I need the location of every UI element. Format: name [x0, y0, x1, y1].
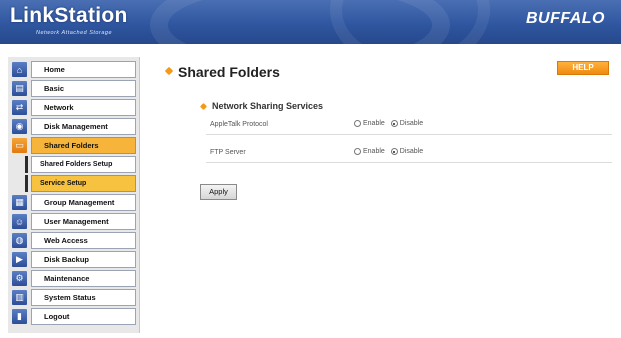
sidebar-item-label: Basic	[31, 80, 136, 97]
radio-label: Enable	[363, 120, 385, 127]
sidebar-item-label: Network	[31, 99, 136, 116]
sidebar-item-system-status[interactable]: ▥ System Status	[12, 289, 136, 306]
home-icon: ⌂	[12, 62, 27, 77]
basic-icon: ▤	[12, 81, 27, 96]
setting-options: Enable Disable	[354, 120, 429, 127]
page-title-row: Shared Folders HELP	[160, 57, 615, 81]
page-title: Shared Folders	[178, 64, 280, 80]
appletalk-enable-radio[interactable]	[354, 120, 361, 127]
main-content: Shared Folders HELP Network Sharing Serv…	[160, 57, 615, 333]
maintenance-icon: ⚙	[12, 271, 27, 286]
sidebar-item-network[interactable]: ⇄ Network	[12, 99, 136, 116]
sidebar-item-label: User Management	[31, 213, 136, 230]
sidebar-item-label: Disk Backup	[31, 251, 136, 268]
sidebar-item-logout[interactable]: ▮ Logout	[12, 308, 136, 325]
subitem-marker	[25, 156, 28, 173]
web-icon: ◍	[12, 233, 27, 248]
appletalk-disable-radio[interactable]	[390, 120, 398, 127]
setting-options: Enable Disable	[354, 148, 429, 155]
ftp-enable-radio[interactable]	[354, 148, 361, 155]
radio-label: Enable	[363, 148, 385, 155]
sidebar-item-label: Disk Management	[31, 118, 136, 135]
setting-label: AppleTalk Protocol	[210, 121, 268, 128]
sidebar-item-label: Maintenance	[31, 270, 136, 287]
folder-icon: ▭	[12, 138, 27, 153]
status-icon: ▥	[12, 290, 27, 305]
radio-label: Disable	[399, 148, 424, 155]
sidebar-item-label: Shared Folders	[31, 137, 136, 154]
section-title: Network Sharing Services	[212, 101, 324, 111]
sidebar-item-disk-management[interactable]: ◉ Disk Management	[12, 118, 136, 135]
sidebar-item-basic[interactable]: ▤ Basic	[12, 80, 136, 97]
sidebar-item-disk-backup[interactable]: ▶ Disk Backup	[12, 251, 136, 268]
backup-icon: ▶	[12, 252, 27, 267]
disk-icon: ◉	[12, 119, 27, 134]
sidebar-subitem-service-setup[interactable]: Service Setup	[25, 175, 136, 192]
sidebar-item-shared-folders[interactable]: ▭ Shared Folders	[12, 137, 136, 154]
section-bullet-icon	[199, 102, 208, 111]
sidebar-item-label: Home	[31, 61, 136, 78]
logout-icon: ▮	[12, 309, 27, 324]
setting-label: FTP Server	[210, 149, 246, 156]
setting-row-appletalk: AppleTalk Protocol Enable Disable	[206, 115, 612, 135]
sidebar-subitem-label: Shared Folders Setup	[31, 156, 136, 173]
sidebar-subitem-shared-folders-setup[interactable]: Shared Folders Setup	[25, 156, 136, 173]
header-swirl-decoration-2	[330, 0, 490, 44]
help-button[interactable]: HELP	[557, 61, 609, 75]
radio-label: Disable	[399, 120, 424, 127]
subitem-marker	[25, 175, 28, 192]
linkstation-logo: LinkStation Network Attached Storage	[8, 4, 158, 42]
sidebar-item-maintenance[interactable]: ⚙ Maintenance	[12, 270, 136, 287]
header-banner: LinkStation Network Attached Storage BUF…	[0, 0, 621, 44]
ftp-disable-radio[interactable]	[390, 148, 398, 155]
sidebar-item-label: Web Access	[31, 232, 136, 249]
setting-row-ftp: FTP Server Enable Disable	[206, 143, 612, 163]
sidebar-item-web-access[interactable]: ◍ Web Access	[12, 232, 136, 249]
title-bullet-icon	[164, 66, 174, 76]
sidebar-item-user-management[interactable]: ☺ User Management	[12, 213, 136, 230]
buffalo-brand-logo: BUFFALO	[525, 10, 605, 27]
sidebar-item-label: Logout	[31, 308, 136, 325]
sidebar-item-label: Group Management	[31, 194, 136, 211]
sidebar-nav: ⌂ Home ▤ Basic ⇄ Network ◉ Disk Manageme…	[8, 57, 140, 333]
sidebar-item-label: System Status	[31, 289, 136, 306]
sidebar-item-home[interactable]: ⌂ Home	[12, 61, 136, 78]
apply-button[interactable]: Apply	[200, 184, 237, 200]
sidebar-subitem-label: Service Setup	[31, 175, 136, 192]
group-icon: ▦	[12, 195, 27, 210]
logo-subtitle: Network Attached Storage	[36, 30, 112, 36]
user-icon: ☺	[12, 214, 27, 229]
logo-title: LinkStation	[10, 4, 128, 27]
network-icon: ⇄	[12, 100, 27, 115]
sidebar-item-group-management[interactable]: ▦ Group Management	[12, 194, 136, 211]
